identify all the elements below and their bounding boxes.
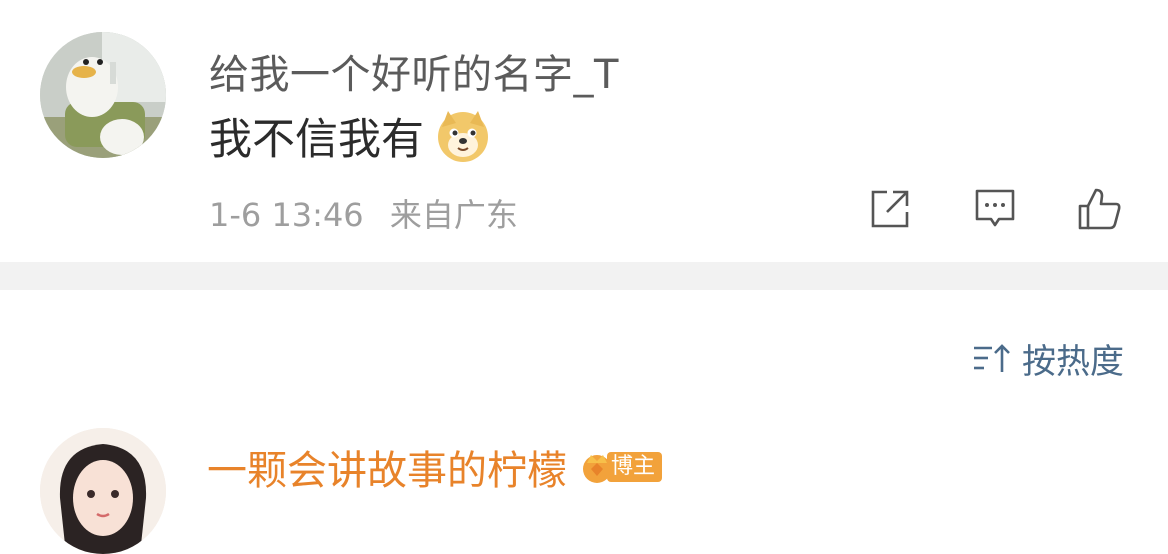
avatar[interactable] xyxy=(40,32,166,158)
comment-timestamp: 1-6 13:46 xyxy=(209,196,364,234)
thumbs-up-icon xyxy=(1078,188,1121,230)
reply-button[interactable] xyxy=(972,186,1018,232)
share-icon xyxy=(871,190,909,228)
comment-username: 一颗会讲故事的柠檬 博主 xyxy=(207,438,663,496)
comment-icon xyxy=(975,189,1015,227)
doge-emoji-icon xyxy=(436,109,490,163)
comment-username-text[interactable]: 一颗会讲故事的柠檬 xyxy=(207,438,567,496)
author-badge-label: 博主 xyxy=(607,452,663,482)
comment-username[interactable]: 给我一个好听的名字_T xyxy=(209,42,619,100)
sort-label: 按热度 xyxy=(1022,342,1124,382)
like-button[interactable] xyxy=(1076,186,1122,232)
comment-location: 来自广东 xyxy=(389,196,518,234)
author-badge: 博主 xyxy=(579,449,663,485)
sort-icon xyxy=(974,343,1010,372)
share-button[interactable] xyxy=(867,186,913,232)
comment-body: 我不信我有 xyxy=(209,115,424,165)
section-divider xyxy=(0,262,1168,290)
sort-toggle[interactable]: 按热度 xyxy=(972,334,1124,383)
avatar[interactable] xyxy=(40,428,166,554)
comment-meta: 1-6 13:46 来自广东 xyxy=(209,190,518,236)
comment-text: 我不信我有 xyxy=(209,105,490,167)
